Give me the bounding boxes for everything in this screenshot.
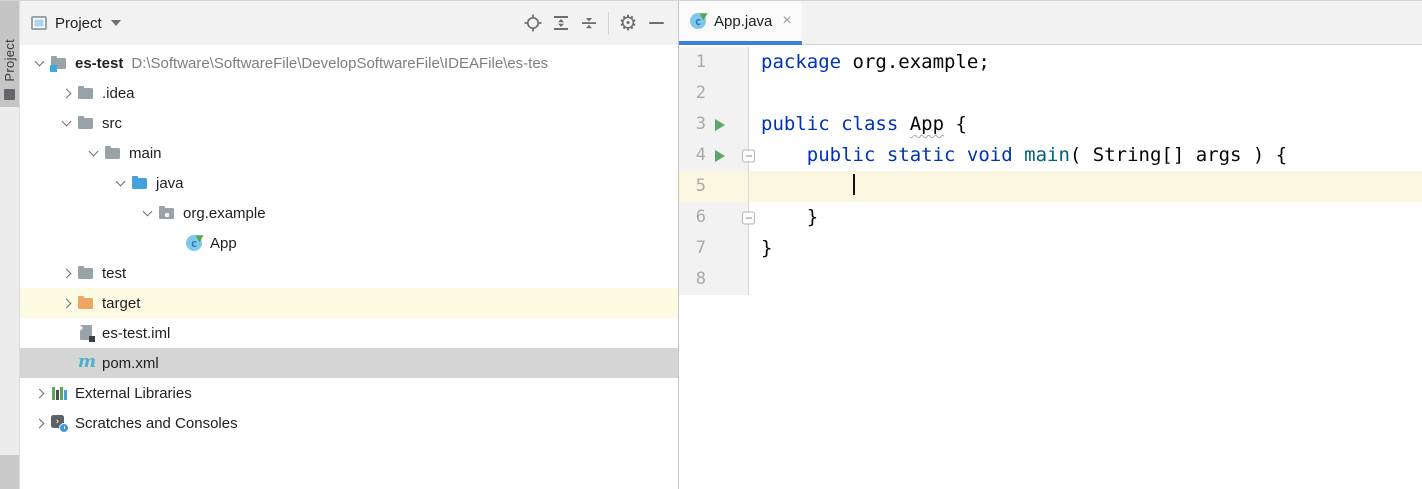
hide-panel-icon[interactable] xyxy=(642,10,670,36)
collapse-all-icon[interactable] xyxy=(575,10,603,36)
line-number: 6 xyxy=(695,207,706,227)
code-line-1[interactable]: 1 package org.example; xyxy=(679,47,1422,78)
ide-window: Project Project ⚙ es-test D:\Software\So… xyxy=(0,0,1422,489)
line-number: 3 xyxy=(695,114,706,134)
tree-item-label: Scratches and Consoles xyxy=(75,414,238,432)
tree-item-label: target xyxy=(102,294,141,312)
line-number: 1 xyxy=(695,52,706,72)
tree-item-java[interactable]: java xyxy=(20,168,678,198)
header-separator xyxy=(608,12,609,34)
tree-item-main[interactable]: main xyxy=(20,138,678,168)
tree-item-label: test xyxy=(102,264,127,282)
code-line-4[interactable]: 4 public static void main( String[] args… xyxy=(679,140,1422,171)
code-line-6[interactable]: 6 } xyxy=(679,202,1422,233)
project-path: D:\Software\SoftwareFile\DevelopSoftware… xyxy=(131,54,549,72)
code-line-7[interactable]: 7 } xyxy=(679,233,1422,264)
text-caret xyxy=(852,174,855,195)
project-stripe-button[interactable]: Project xyxy=(0,1,19,107)
project-view-icon xyxy=(31,16,47,30)
line-number: 2 xyxy=(695,83,706,103)
tree-item-label: pom.xml xyxy=(102,354,159,372)
tree-item-app-class[interactable]: c App xyxy=(20,228,678,258)
chevron-down-icon[interactable] xyxy=(142,206,153,217)
maven-file-icon: m xyxy=(78,352,96,372)
code-line-5-current[interactable]: 5 xyxy=(679,171,1422,202)
libraries-icon xyxy=(51,385,67,401)
editor-pane: c App.java × 1 package org.example; 2 3 … xyxy=(678,1,1422,489)
line-number: 7 xyxy=(695,238,706,258)
tab-title: App.java xyxy=(714,12,773,30)
chevron-down-icon[interactable] xyxy=(61,116,72,127)
package-icon xyxy=(159,205,175,221)
fold-collapse-icon[interactable] xyxy=(742,211,755,224)
select-opened-file-icon[interactable] xyxy=(519,10,547,36)
folder-icon xyxy=(78,265,94,281)
tree-item-label: es-test xyxy=(75,54,124,72)
code-line-8[interactable]: 8 xyxy=(679,264,1422,295)
scratches-consoles-icon: › xyxy=(51,415,69,433)
project-stripe-label: Project xyxy=(2,39,17,82)
line-number: 8 xyxy=(695,269,706,289)
folder-icon xyxy=(78,115,94,131)
java-class-icon: c xyxy=(186,231,206,251)
tree-item-target[interactable]: target xyxy=(20,288,678,318)
tree-item-label: es-test.iml xyxy=(102,324,171,342)
code-line-3[interactable]: 3 public class App { xyxy=(679,109,1422,140)
tree-item-org-example[interactable]: org.example xyxy=(20,198,678,228)
project-tool-window: Project ⚙ es-test D:\Software\SoftwareFi… xyxy=(20,1,678,489)
tree-item-label: java xyxy=(156,174,184,192)
fold-collapse-icon[interactable] xyxy=(742,149,755,162)
code-editor[interactable]: 1 package org.example; 2 3 public class … xyxy=(679,45,1422,489)
tree-item-src[interactable]: src xyxy=(20,108,678,138)
tree-item-label: org.example xyxy=(183,204,266,222)
tree-item-scratches[interactable]: › Scratches and Consoles xyxy=(20,408,678,438)
chevron-down-icon[interactable] xyxy=(88,146,99,157)
code-line-2[interactable]: 2 xyxy=(679,78,1422,109)
tree-item-label: src xyxy=(102,114,122,132)
run-main-icon[interactable] xyxy=(715,149,725,162)
tree-item-label: main xyxy=(129,144,162,162)
chevron-right-icon[interactable] xyxy=(61,298,72,308)
tree-item-idea[interactable]: .idea xyxy=(20,78,678,108)
tree-item-test[interactable]: test xyxy=(20,258,678,288)
folder-icon xyxy=(78,85,94,101)
line-number: 4 xyxy=(695,145,706,165)
chevron-down-icon[interactable] xyxy=(115,176,126,187)
tree-item-pom-xml[interactable]: m pom.xml xyxy=(20,348,678,378)
run-class-icon[interactable] xyxy=(715,118,725,131)
excluded-folder-icon xyxy=(78,295,94,311)
project-tree: es-test D:\Software\SoftwareFile\Develop… xyxy=(20,45,678,489)
project-root-folder-icon xyxy=(50,55,67,72)
iml-file-icon xyxy=(78,325,95,342)
tab-close-icon[interactable]: × xyxy=(782,13,791,29)
sources-folder-icon xyxy=(132,175,148,191)
chevron-right-icon[interactable] xyxy=(61,88,72,98)
tree-item-es-test-iml[interactable]: es-test.iml xyxy=(20,318,678,348)
chevron-right-icon[interactable] xyxy=(34,388,45,398)
view-dropdown-icon[interactable] xyxy=(110,20,121,26)
project-panel-header: Project ⚙ xyxy=(20,1,678,45)
java-class-icon: c xyxy=(690,9,710,29)
chevron-right-icon[interactable] xyxy=(34,418,45,428)
tree-item-label: .idea xyxy=(102,84,135,102)
tab-app-java[interactable]: c App.java × xyxy=(679,1,802,45)
line-number: 5 xyxy=(695,176,706,196)
chevron-right-icon[interactable] xyxy=(61,268,72,278)
tree-item-label: App xyxy=(210,234,237,252)
project-tool-icon xyxy=(4,89,15,100)
tool-window-stripe: Project xyxy=(0,1,20,489)
expand-all-icon[interactable] xyxy=(547,10,575,36)
settings-gear-icon[interactable]: ⚙ xyxy=(614,10,642,36)
tree-item-external-libraries[interactable]: External Libraries xyxy=(20,378,678,408)
tree-item-label: External Libraries xyxy=(75,384,192,402)
panel-title: Project xyxy=(55,14,102,32)
tree-item-es-test[interactable]: es-test D:\Software\SoftwareFile\Develop… xyxy=(20,48,678,78)
chevron-down-icon[interactable] xyxy=(34,56,45,67)
stripe-bottom-button[interactable] xyxy=(0,455,19,489)
editor-tab-bar: c App.java × xyxy=(679,1,1422,45)
folder-icon xyxy=(105,145,121,161)
